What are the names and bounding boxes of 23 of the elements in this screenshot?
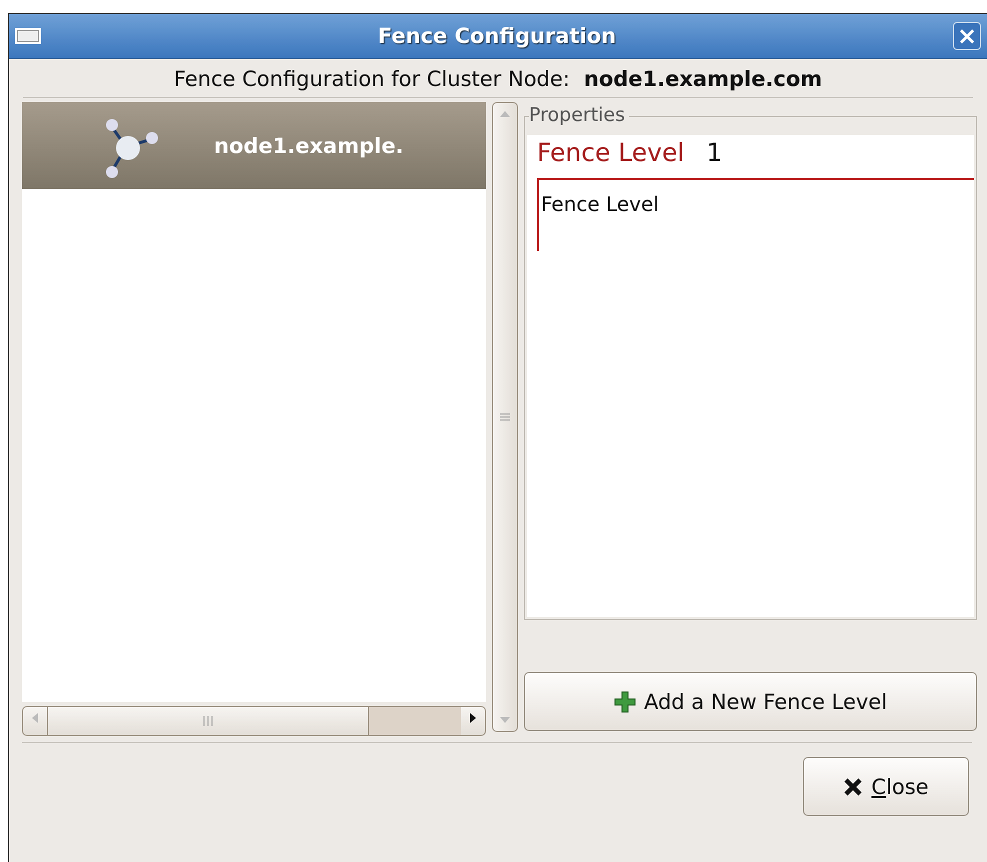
fence-level-heading: Fence Level — [537, 138, 684, 167]
horizontal-scrollbar[interactable] — [22, 706, 486, 736]
plus-icon — [614, 690, 636, 712]
node-name: node1.example.com — [584, 67, 822, 91]
close-window-button[interactable]: × — [953, 22, 981, 50]
fence-level-number: 1 — [706, 138, 722, 167]
window-title: Fence Configuration — [376, 24, 618, 48]
add-fence-level-button[interactable]: Add a New Fence Level — [524, 672, 977, 731]
tree-item[interactable]: node1.example. — [22, 102, 486, 189]
window-icon — [15, 28, 41, 44]
grip-icon[interactable] — [499, 411, 511, 423]
close-button[interactable]: Close — [803, 757, 969, 816]
down-arrow-icon[interactable] — [499, 715, 511, 725]
up-arrow-icon[interactable] — [499, 109, 511, 119]
grip-icon[interactable] — [201, 715, 215, 728]
properties-title: Properties — [529, 104, 630, 126]
fence-level-label: Fence Level — [541, 192, 659, 216]
close-icon — [843, 776, 864, 796]
right-arrow-icon[interactable] — [468, 712, 478, 724]
header-label: Fence Configuration for Cluster Node: — [174, 67, 570, 91]
node-label: node1.example. — [214, 134, 404, 158]
vertical-scrollbar[interactable] — [492, 102, 518, 732]
left-arrow-icon[interactable] — [30, 712, 40, 724]
